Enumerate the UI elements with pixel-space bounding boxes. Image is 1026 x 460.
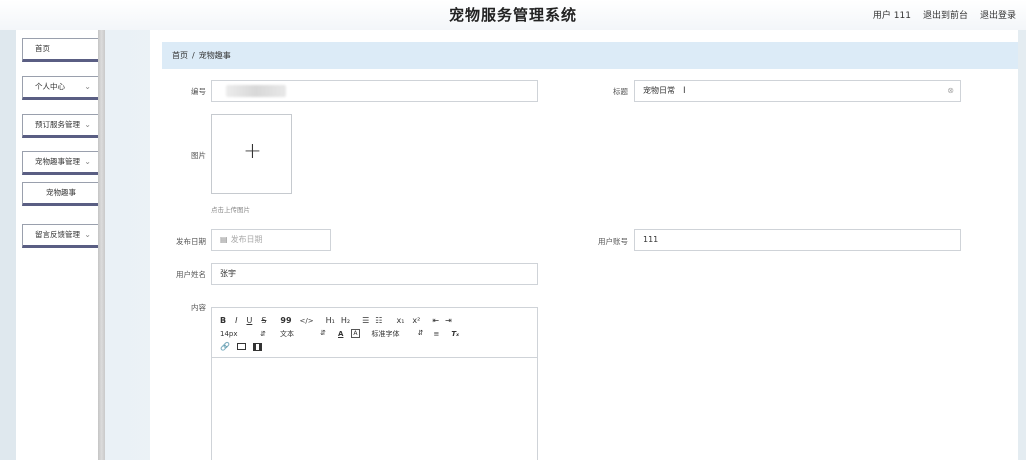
- chevron-down-icon: ⌄: [84, 82, 91, 91]
- breadcrumb-home[interactable]: 首页: [172, 51, 188, 60]
- subscript-icon[interactable]: x₁: [396, 316, 404, 325]
- username-value: 张宇: [220, 269, 236, 278]
- logout-link[interactable]: 退出登录: [980, 8, 1016, 21]
- chevron-down-icon: ⌄: [84, 157, 91, 166]
- account-label: 用户账号: [598, 237, 628, 246]
- account-value: 111: [643, 235, 659, 244]
- sidebar-item-pet-stories-management[interactable]: 宠物趣事管理 ⌄: [22, 151, 102, 175]
- title-label: 标题: [613, 87, 628, 96]
- page-edge: [1018, 30, 1026, 460]
- sidebar-item-feedback-management[interactable]: 留言反馈管理 ⌄: [22, 224, 102, 248]
- title-input[interactable]: 宠物日常 I ⊗: [634, 80, 961, 102]
- link-icon[interactable]: 🔗: [220, 342, 230, 351]
- sidebar-item-label: 首页: [35, 44, 50, 53]
- publish-date-picker[interactable]: ▤ 发布日期: [211, 229, 331, 251]
- publish-date-placeholder: 发布日期: [230, 235, 263, 244]
- back-to-frontend-link[interactable]: 退出到前台: [923, 8, 968, 21]
- header1-icon[interactable]: H₁: [326, 316, 335, 325]
- code-block-icon[interactable]: </>: [300, 317, 314, 325]
- block-format-value: 文本: [280, 329, 294, 338]
- breadcrumb-separator: /: [192, 51, 195, 60]
- indent-icon[interactable]: ⇥: [445, 316, 452, 325]
- italic-icon[interactable]: I: [235, 316, 237, 325]
- sidebar-item-home[interactable]: 首页: [22, 38, 102, 62]
- sidebar-strip: [0, 30, 16, 460]
- clear-format-icon[interactable]: Tₓ: [451, 330, 459, 338]
- background-color-icon[interactable]: A: [351, 329, 360, 338]
- sidebar-item-label: 留言反馈管理: [35, 230, 80, 239]
- id-field[interactable]: [211, 80, 538, 102]
- sidebar-item-label: 宠物趣事管理: [35, 157, 80, 166]
- image-upload-button[interactable]: +: [211, 114, 292, 194]
- username-label: 用户姓名: [176, 270, 206, 279]
- top-header: 宠物服务管理系统 用户 111 退出到前台 退出登录: [0, 0, 1026, 30]
- sidebar-item-label: 预订服务管理: [35, 120, 80, 129]
- account-field[interactable]: 111: [634, 229, 961, 251]
- bold-icon[interactable]: B: [220, 316, 226, 325]
- content-label: 内容: [191, 303, 206, 312]
- align-icon[interactable]: ≡: [434, 330, 440, 338]
- select-arrows-icon: ⇵: [320, 328, 326, 337]
- strikethrough-icon[interactable]: S: [261, 316, 266, 325]
- font-color-icon[interactable]: A: [338, 330, 343, 338]
- calendar-icon: ▤: [220, 235, 228, 244]
- toolbar-row-styles: 14px ⇵ 文本 ⇵ A A 标准字体 ⇵ ≡ Tₓ: [220, 327, 529, 340]
- blurred-id-value: [226, 85, 286, 97]
- select-arrows-icon: ⇵: [260, 329, 266, 338]
- editor-content-area[interactable]: [212, 358, 537, 460]
- superscript-icon[interactable]: x²: [412, 316, 420, 325]
- breadcrumb-current: 宠物趣事: [198, 51, 231, 60]
- image-label: 图片: [191, 151, 206, 160]
- upload-hint: 点击上传图片: [211, 206, 250, 214]
- editor-toolbar: B I U S 99 </> H₁ H₂ ☰ ☷ x₁ x² ⇤ ⇥ 14px ⇵…: [212, 308, 537, 358]
- blockquote-icon[interactable]: 99: [280, 316, 291, 325]
- clear-icon[interactable]: ⊗: [947, 81, 954, 101]
- username-field[interactable]: 张宇: [211, 263, 538, 285]
- video-icon[interactable]: [252, 342, 262, 351]
- rich-text-editor: B I U S 99 </> H₁ H₂ ☰ ☷ x₁ x² ⇤ ⇥ 14px ⇵…: [211, 307, 538, 460]
- font-family-select[interactable]: 标准字体 ⇵: [372, 329, 424, 339]
- underline-icon[interactable]: U: [246, 316, 252, 325]
- breadcrumb: 首页 / 宠物趣事: [162, 42, 1019, 69]
- sidebar-item-label: 个人中心: [35, 82, 65, 91]
- sidebar-item-personal-center[interactable]: 个人中心 ⌄: [22, 76, 102, 100]
- font-size-value: 14px: [220, 329, 238, 338]
- top-links: 用户 111 退出到前台 退出登录: [873, 8, 1016, 21]
- sidebar-divider: [98, 30, 105, 460]
- font-family-value: 标准字体: [371, 329, 400, 338]
- sidebar: 首页 个人中心 ⌄ 预订服务管理 ⌄ 宠物趣事管理 ⌄ 宠物趣事 留言反馈管理 …: [16, 30, 102, 460]
- id-label: 编号: [191, 87, 206, 96]
- sidebar-item-label: 宠物趣事: [46, 188, 76, 197]
- chevron-down-icon: ⌄: [84, 230, 91, 239]
- image-icon[interactable]: [236, 343, 246, 350]
- title-input-value: 宠物日常: [643, 86, 675, 95]
- font-size-select[interactable]: 14px ⇵: [220, 330, 266, 338]
- sidebar-subitem-pet-stories[interactable]: 宠物趣事: [22, 182, 102, 206]
- block-format-select[interactable]: 文本 ⇵: [280, 329, 326, 339]
- publish-date-label: 发布日期: [176, 237, 206, 246]
- header2-icon[interactable]: H₂: [341, 316, 350, 325]
- select-arrows-icon: ⇵: [417, 328, 424, 337]
- text-cursor-icon: I: [683, 86, 686, 96]
- toolbar-row-formatting: B I U S 99 </> H₁ H₂ ☰ ☷ x₁ x² ⇤ ⇥: [220, 314, 529, 327]
- ordered-list-icon[interactable]: ☰: [362, 316, 369, 325]
- bullet-list-icon[interactable]: ☷: [375, 316, 382, 325]
- outdent-icon[interactable]: ⇤: [432, 316, 439, 325]
- main-content: 首页 / 宠物趣事 编号 标题 宠物日常 I ⊗ 图片 + 点击上传图片 发布日期 …: [150, 30, 1020, 460]
- chevron-down-icon: ⌄: [84, 120, 91, 129]
- plus-icon: +: [243, 139, 262, 164]
- toolbar-row-media: 🔗: [220, 340, 529, 353]
- sidebar-item-booking-management[interactable]: 预订服务管理 ⌄: [22, 114, 102, 138]
- user-info: 用户 111: [872, 11, 911, 21]
